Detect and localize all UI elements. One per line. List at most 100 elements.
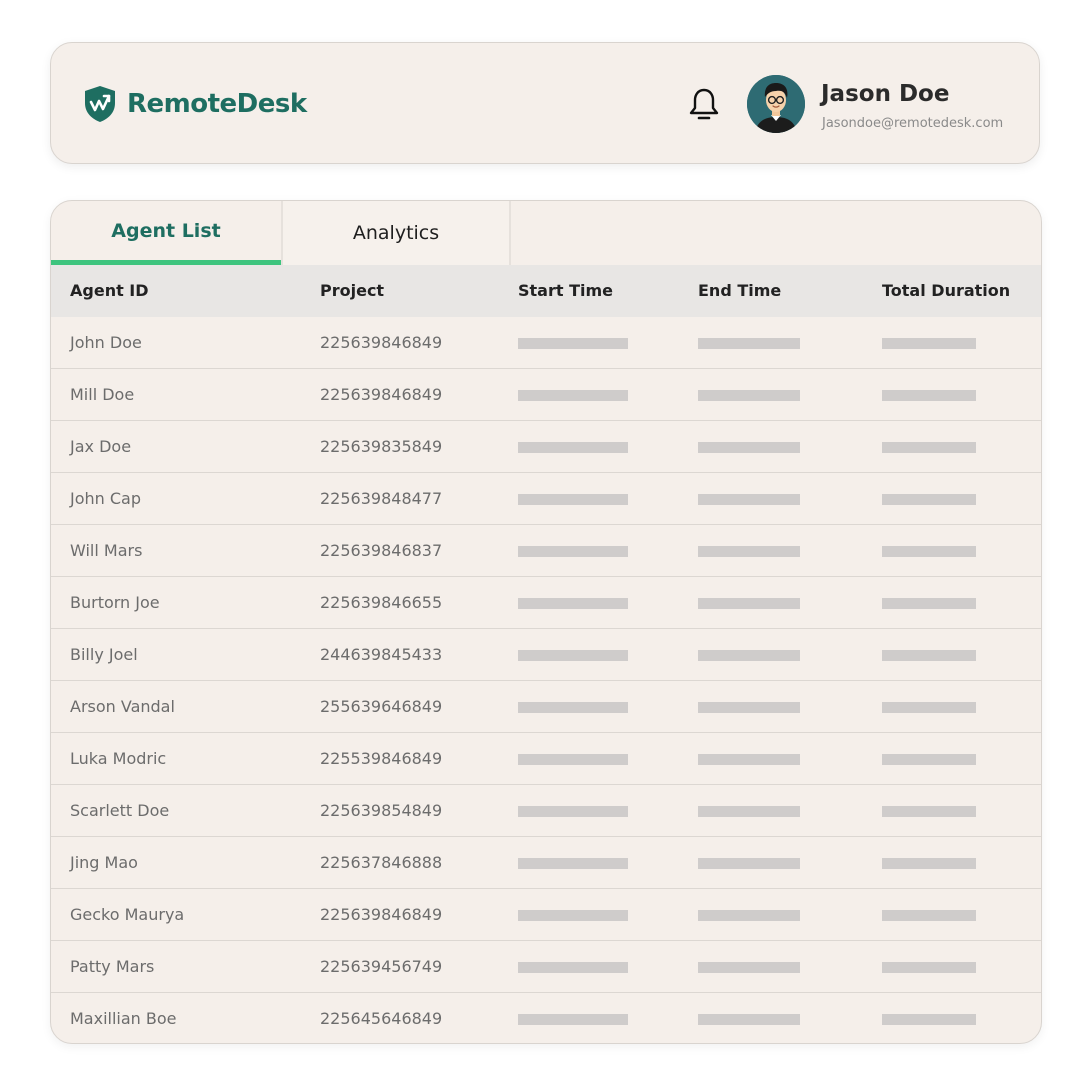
project-id: 225637846888 bbox=[320, 853, 443, 872]
table-row[interactable]: Billy Joel 244639845433 bbox=[51, 629, 1041, 681]
agent-name: Patty Mars bbox=[70, 957, 155, 976]
column-total-duration[interactable]: Total Duration bbox=[882, 265, 1010, 317]
end-time-placeholder bbox=[698, 546, 800, 557]
user-name: Jason Doe bbox=[821, 81, 950, 107]
table-row[interactable]: John Doe 225639846849 bbox=[51, 317, 1041, 369]
user-email: Jasondoe@remotedesk.com bbox=[822, 116, 1004, 131]
agent-name: Gecko Maurya bbox=[70, 905, 185, 924]
agent-name: Jing Mao bbox=[70, 853, 138, 872]
project-id: 225639846655 bbox=[320, 593, 443, 612]
project-id: 225645646849 bbox=[320, 1009, 443, 1028]
shield-chart-icon bbox=[85, 86, 115, 122]
end-time-placeholder bbox=[698, 910, 800, 921]
start-time-placeholder bbox=[518, 858, 628, 869]
table-row[interactable]: Burtorn Joe 225639846655 bbox=[51, 577, 1041, 629]
column-end-time[interactable]: End Time bbox=[698, 265, 781, 317]
duration-placeholder bbox=[882, 650, 976, 661]
avatar-illustration bbox=[747, 75, 805, 133]
start-time-placeholder bbox=[518, 546, 628, 557]
duration-placeholder bbox=[882, 702, 976, 713]
start-time-placeholder bbox=[518, 442, 628, 453]
end-time-placeholder bbox=[698, 754, 800, 765]
agent-name: John Doe bbox=[70, 333, 142, 352]
top-header: RemoteDesk Jason Doe Jasondoe@remotedesk… bbox=[50, 42, 1040, 164]
tab-bar: Agent List Analytics bbox=[51, 201, 1041, 265]
project-id: 255639646849 bbox=[320, 697, 443, 716]
column-project[interactable]: Project bbox=[320, 265, 384, 317]
agent-table-card: Agent List Analytics Agent ID Project St… bbox=[50, 200, 1042, 1044]
end-time-placeholder bbox=[698, 962, 800, 973]
user-avatar[interactable] bbox=[747, 75, 805, 133]
table-row[interactable]: Gecko Maurya 225639846849 bbox=[51, 889, 1041, 941]
table-row[interactable]: Jing Mao 225637846888 bbox=[51, 837, 1041, 889]
duration-placeholder bbox=[882, 390, 976, 401]
project-id: 225639835849 bbox=[320, 437, 443, 456]
agent-name: Maxillian Boe bbox=[70, 1009, 177, 1028]
duration-placeholder bbox=[882, 962, 976, 973]
project-id: 225639846849 bbox=[320, 385, 443, 404]
table-row[interactable]: John Cap 225639848477 bbox=[51, 473, 1041, 525]
start-time-placeholder bbox=[518, 650, 628, 661]
start-time-placeholder bbox=[518, 338, 628, 349]
project-id: 225639846837 bbox=[320, 541, 443, 560]
duration-placeholder bbox=[882, 598, 976, 609]
column-agent-id[interactable]: Agent ID bbox=[70, 265, 149, 317]
end-time-placeholder bbox=[698, 598, 800, 609]
table-header: Agent ID Project Start Time End Time Tot… bbox=[51, 265, 1041, 317]
brand-name: RemoteDesk bbox=[127, 89, 307, 119]
table-row[interactable]: Luka Modric 225539846849 bbox=[51, 733, 1041, 785]
duration-placeholder bbox=[882, 806, 976, 817]
table-row[interactable]: Patty Mars 225639456749 bbox=[51, 941, 1041, 993]
end-time-placeholder bbox=[698, 858, 800, 869]
start-time-placeholder bbox=[518, 910, 628, 921]
agent-name: Arson Vandal bbox=[70, 697, 175, 716]
table-body: John Doe 225639846849 Mill Doe 225639846849… bbox=[51, 317, 1041, 1043]
start-time-placeholder bbox=[518, 806, 628, 817]
duration-placeholder bbox=[882, 546, 976, 557]
project-id: 225639456749 bbox=[320, 957, 443, 976]
agent-name: Scarlett Doe bbox=[70, 801, 170, 820]
table-row[interactable]: Mill Doe 225639846849 bbox=[51, 369, 1041, 421]
agent-name: Billy Joel bbox=[70, 645, 138, 664]
project-id: 225639854849 bbox=[320, 801, 443, 820]
table-row[interactable]: Arson Vandal 255639646849 bbox=[51, 681, 1041, 733]
start-time-placeholder bbox=[518, 494, 628, 505]
start-time-placeholder bbox=[518, 754, 628, 765]
column-start-time[interactable]: Start Time bbox=[518, 265, 613, 317]
end-time-placeholder bbox=[698, 338, 800, 349]
start-time-placeholder bbox=[518, 390, 628, 401]
table-row[interactable]: Will Mars 225639846837 bbox=[51, 525, 1041, 577]
start-time-placeholder bbox=[518, 1014, 628, 1025]
project-id: 225539846849 bbox=[320, 749, 443, 768]
duration-placeholder bbox=[882, 910, 976, 921]
tab-analytics[interactable]: Analytics bbox=[281, 201, 511, 265]
bell-icon[interactable] bbox=[688, 87, 720, 123]
table-row[interactable]: Jax Doe 225639835849 bbox=[51, 421, 1041, 473]
project-id: 225639848477 bbox=[320, 489, 443, 508]
project-id: 244639845433 bbox=[320, 645, 443, 664]
tab-agent-list[interactable]: Agent List bbox=[51, 201, 281, 265]
end-time-placeholder bbox=[698, 806, 800, 817]
agent-name: Burtorn Joe bbox=[70, 593, 160, 612]
agent-name: John Cap bbox=[70, 489, 142, 508]
end-time-placeholder bbox=[698, 650, 800, 661]
duration-placeholder bbox=[882, 1014, 976, 1025]
duration-placeholder bbox=[882, 858, 976, 869]
duration-placeholder bbox=[882, 338, 976, 349]
agent-name: Will Mars bbox=[70, 541, 143, 560]
end-time-placeholder bbox=[698, 1014, 800, 1025]
brand-logo[interactable]: RemoteDesk bbox=[83, 85, 307, 123]
end-time-placeholder bbox=[698, 702, 800, 713]
start-time-placeholder bbox=[518, 962, 628, 973]
project-id: 225639846849 bbox=[320, 333, 443, 352]
table-row[interactable]: Maxillian Boe 225645646849 bbox=[51, 993, 1041, 1043]
agent-name: Luka Modric bbox=[70, 749, 167, 768]
duration-placeholder bbox=[882, 494, 976, 505]
start-time-placeholder bbox=[518, 702, 628, 713]
agent-name: Mill Doe bbox=[70, 385, 135, 404]
duration-placeholder bbox=[882, 754, 976, 765]
duration-placeholder bbox=[882, 442, 976, 453]
end-time-placeholder bbox=[698, 390, 800, 401]
table-row[interactable]: Scarlett Doe 225639854849 bbox=[51, 785, 1041, 837]
agent-name: Jax Doe bbox=[70, 437, 132, 456]
